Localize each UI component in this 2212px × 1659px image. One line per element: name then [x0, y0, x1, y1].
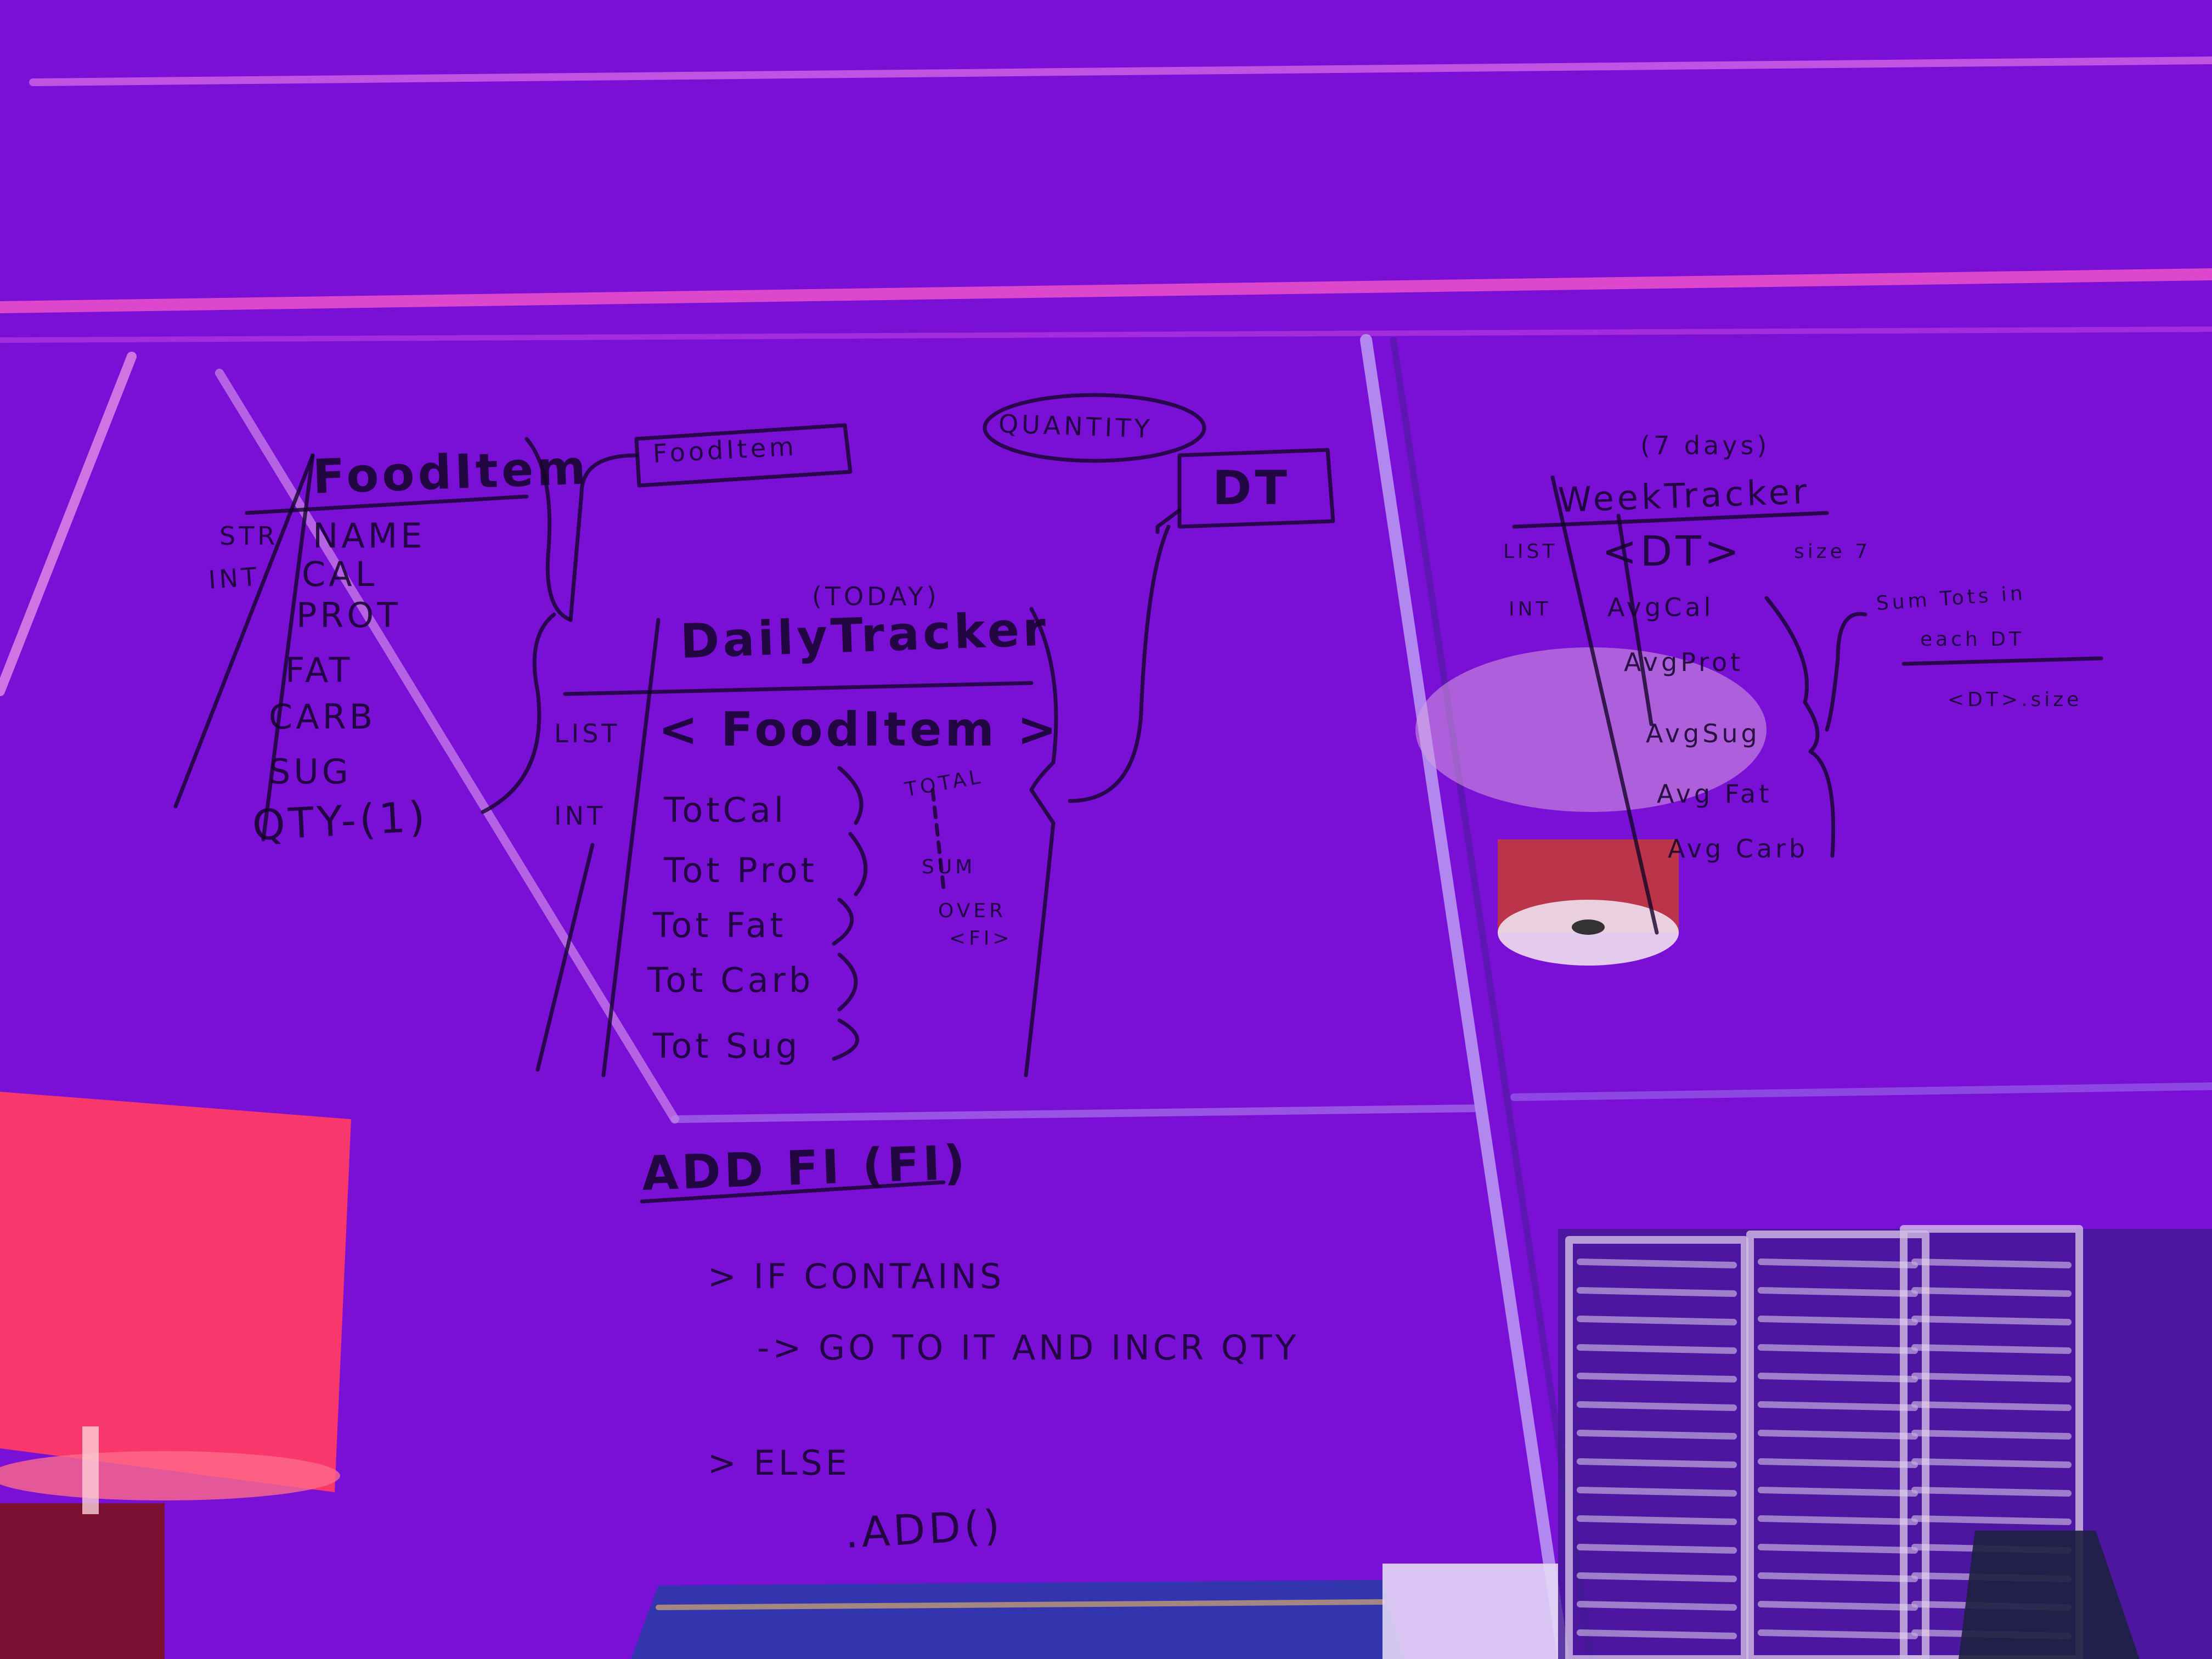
fooditem-title: FoodItem [312, 440, 590, 505]
weektracker-field-avgprot: AvgProt [1624, 647, 1744, 677]
weektracker-note: (7 days) [1640, 431, 1770, 460]
weektracker-list-field: <DT> [1602, 527, 1743, 575]
method-line-if: > IF CONTAINS [708, 1256, 1005, 1296]
fooditem-field-name: NAME [313, 516, 426, 556]
fooditem-field-fat: FAT [285, 650, 353, 690]
fooditem-type-str: STR [219, 521, 279, 551]
weektracker-field-avgsug: AvgSug [1646, 719, 1760, 748]
method-line-incr: -> GO TO IT AND INCR QTY [757, 1328, 1300, 1368]
method-line-add: .ADD() [843, 1500, 1005, 1558]
dailytracker-type-list: LIST [554, 719, 620, 748]
dailytracker-side-over: OVER [938, 900, 1007, 922]
dt-box-label: DT [1212, 461, 1291, 516]
photo-scene: FoodItem STR INT NAME CAL PROT FAT CARB … [0, 0, 2212, 1659]
weektracker-type-int: INT [1509, 598, 1551, 620]
fooditem-type-int: INT [207, 561, 261, 595]
dailytracker-field-totsug: Tot Sug [653, 1026, 801, 1066]
dailytracker-type-line [535, 843, 595, 1072]
weektracker-field-avgcal: AvgCal [1607, 592, 1714, 622]
quantity-bubble-label: QUANTITY [998, 409, 1154, 444]
fooditem-field-cal: CAL [302, 554, 378, 594]
dailytracker-field-totfat: Tot Fat [653, 905, 787, 945]
fooditem-field-prot: PROT [296, 595, 402, 635]
dt-connector [1068, 524, 1171, 803]
dailytracker-side-fi: <FI> [949, 927, 1013, 950]
weektracker-field-avgfat: Avg Fat [1657, 779, 1773, 809]
dailytracker-list-field: < FoodItem > [658, 702, 1060, 757]
method-line-else: > ELSE [708, 1443, 850, 1483]
weektracker-type-list: LIST [1503, 540, 1558, 563]
dailytracker-field-totcal: TotCal [664, 790, 787, 830]
weektracker-list-note: size 7 [1794, 540, 1871, 563]
weektracker-brace [1764, 596, 1836, 858]
fooditem-field-carb: CARB [269, 697, 376, 737]
fooditem-field-sug: SUG [269, 752, 352, 792]
dailytracker-field-totcarb: Tot Carb [647, 960, 814, 1000]
weektracker-side-size: <DT>.size [1948, 689, 2083, 711]
dailytracker-divider-horizontal [563, 681, 1034, 696]
dailytracker-side-sum: SUM [922, 856, 976, 878]
dailytracker-field-totprot: Tot Prot [664, 850, 817, 890]
dailytracker-divider-vertical [601, 618, 661, 1077]
dailytracker-brace [1024, 607, 1058, 1077]
weektracker-field-avgcarb: Avg Carb [1668, 834, 1809, 864]
method-signature: ADD FI (FI) [641, 1135, 969, 1201]
fooditem-field-qty: QTY-(1) [251, 792, 430, 850]
weektracker-side-each: each DT [1920, 628, 2024, 651]
dailytracker-type-int: INT [554, 801, 606, 831]
